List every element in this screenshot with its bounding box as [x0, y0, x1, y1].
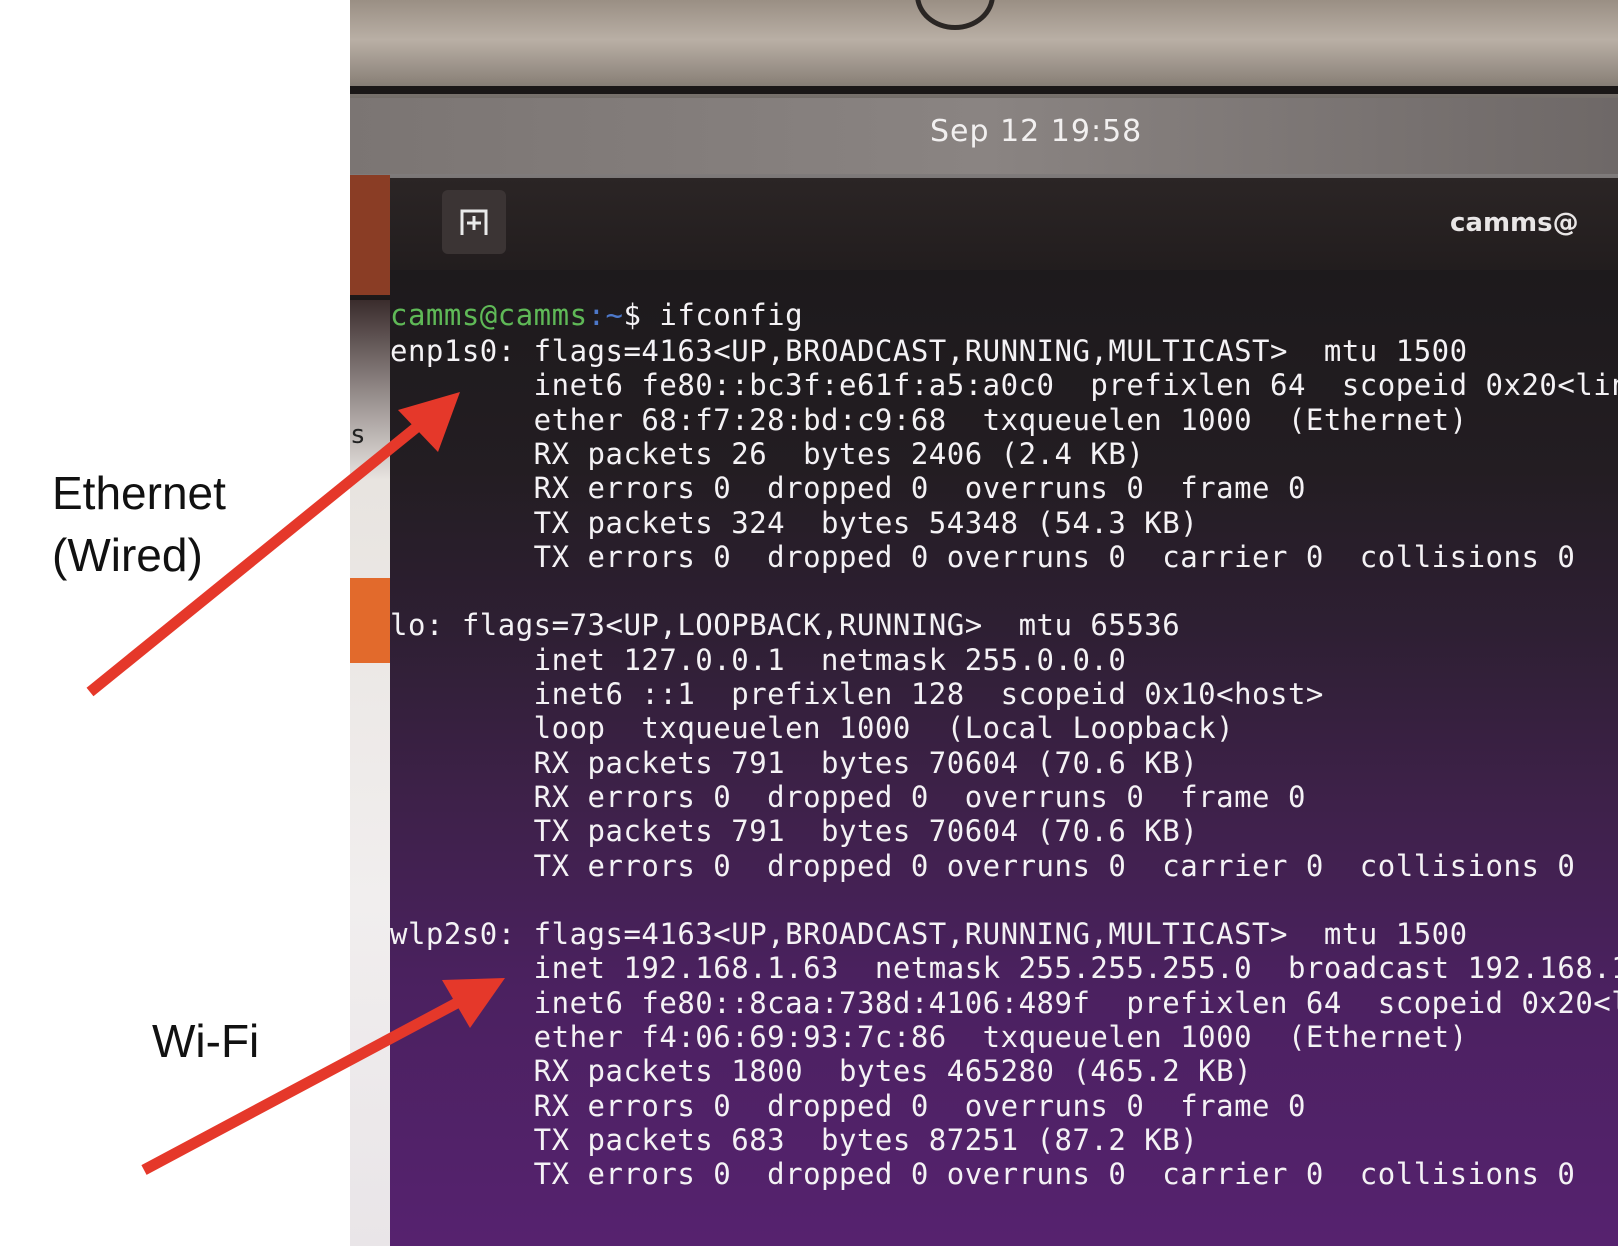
output-line: loop txqueuelen 1000 (Local Loopback) [390, 711, 1235, 746]
output-line: RX errors 0 dropped 0 overruns 0 frame 0 [390, 1088, 1306, 1123]
prompt-symbol: $ [623, 298, 660, 332]
output-line: inet6 fe80::8caa:738d:4106:489f prefixle… [390, 985, 1618, 1020]
output-line: TX errors 0 dropped 0 overruns 0 carrier… [390, 1157, 1576, 1192]
output-line: RX packets 26 bytes 2406 (2.4 KB) [390, 436, 1145, 471]
screen-bezel [350, 86, 1618, 94]
terminal-body[interactable]: camms@camms:~$ ifconfig enp1s0: flags=41… [390, 270, 1618, 1246]
ethernet-label: Ethernet [52, 467, 226, 519]
webcam-icon [915, 0, 995, 30]
output-line: wlp2s0: flags=4163<UP,BROADCAST,RUNNING,… [390, 917, 1468, 952]
output-line: RX errors 0 dropped 0 overruns 0 frame 0 [390, 779, 1306, 814]
prompt-user: camms@camms [390, 298, 588, 332]
output-line: TX packets 324 bytes 54348 (54.3 KB) [390, 505, 1199, 540]
terminal-title: camms@ [1450, 208, 1579, 238]
new-tab-icon [460, 209, 488, 235]
output-line: RX errors 0 dropped 0 overruns 0 frame 0 [390, 471, 1306, 506]
output-line: TX errors 0 dropped 0 overruns 0 carrier… [390, 539, 1576, 574]
command-text: ifconfig [659, 298, 804, 332]
output-line: inet 192.168.1.63 netmask 255.255.255.0 … [390, 951, 1618, 986]
terminal-header: camms@ [390, 178, 1618, 270]
prompt-line: camms@camms:~$ ifconfig [390, 298, 803, 332]
wifi-label: Wi-Fi [152, 1015, 260, 1067]
output-line: inet 127.0.0.1 netmask 255.0.0.0 [390, 642, 1127, 677]
output-line: inet6 ::1 prefixlen 128 scopeid 0x10<hos… [390, 677, 1324, 711]
annotation-panel: Ethernet (Wired) Wi-Fi [0, 0, 350, 1246]
ethernet-wired-label: (Wired) [52, 529, 203, 581]
output-line: RX packets 791 bytes 70604 (70.6 KB) [390, 745, 1199, 780]
output-line: lo: flags=73<UP,LOOPBACK,RUNNING> mtu 65… [390, 608, 1181, 643]
background-window-text: s [350, 420, 366, 450]
output-line: TX packets 683 bytes 87251 (87.2 KB) [390, 1122, 1199, 1157]
clock[interactable]: Sep 12 19:58 [930, 114, 1142, 149]
output-line: TX packets 791 bytes 70604 (70.6 KB) [390, 814, 1199, 849]
output-line: ether 68:f7:28:bd:c9:68 txqueuelen 1000 … [390, 402, 1468, 437]
new-tab-button[interactable] [442, 190, 506, 254]
output-line: RX packets 1800 bytes 465280 (465.2 KB) [390, 1054, 1253, 1089]
output-line: enp1s0: flags=4163<UP,BROADCAST,RUNNING,… [390, 334, 1468, 368]
output-line: TX errors 0 dropped 0 overruns 0 carrier… [390, 848, 1576, 883]
dock-accent [350, 578, 390, 663]
screen-photo: Sep 12 19:58 s camms@ camms@camms:~$ ifc… [350, 0, 1618, 1246]
dock-edge [350, 175, 390, 295]
prompt-path: :~ [587, 298, 624, 332]
output-line: ether f4:06:69:93:7c:86 txqueuelen 1000 … [390, 1020, 1468, 1054]
output-line: inet6 fe80::bc3f:e61f:a5:a0c0 prefixlen … [390, 368, 1618, 403]
